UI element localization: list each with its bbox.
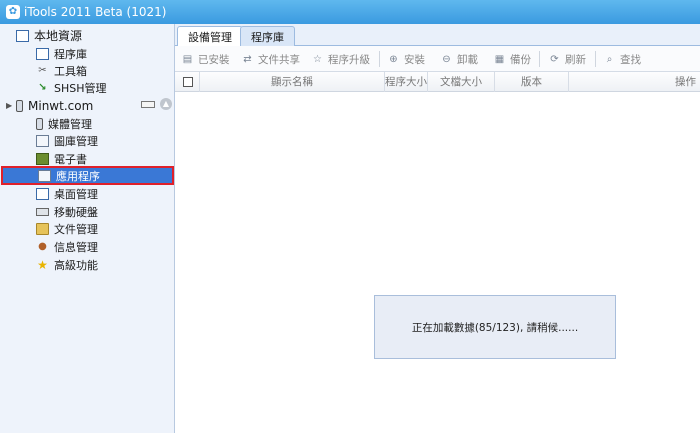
itools-logo-icon: ✿ [6,5,20,19]
tab-label: 設備管理 [188,31,232,44]
toolbar-divider [595,51,596,67]
install-button[interactable]: ⊕ 安裝 [387,46,425,72]
sidebar-item-files[interactable]: 文件管理 [36,220,98,237]
button-label: 安裝 [404,53,425,66]
uninstall-button[interactable]: ⊖ 卸載 [440,46,478,72]
star-icon: ★ [37,257,48,272]
title-bar: ✿ iTools 2011 Beta (1021) [0,0,700,24]
sidebar-item-app-library[interactable]: 程序庫 [36,45,87,62]
expand-arrow-icon[interactable]: ▶ [6,101,12,110]
app-library-icon [36,47,49,60]
sidebar-item-drive[interactable]: 移動硬盤 [36,203,98,220]
ebook-icon [36,152,49,165]
sidebar-root-label: Minwt.com [28,98,94,113]
sidebar-item-label: 應用程序 [56,169,100,183]
upgrade-icon: ☆ [313,53,322,65]
sidebar-item-label: 文件管理 [54,222,98,236]
photo-icon [36,134,49,147]
eject-icon[interactable]: ▲ [160,98,172,110]
column-doc-size[interactable]: 文檔大小 [428,72,495,92]
sidebar-root-local[interactable]: 本地資源 [16,27,82,44]
sidebar-item-shsh[interactable]: ↘ SHSH管理 [36,79,107,96]
list-icon: ▤ [182,53,193,65]
button-label: 程序升級 [328,53,370,66]
share-icon: ⇄ [243,53,252,65]
sidebar-item-label: 移動硬盤 [54,205,98,219]
sidebar-item-tools[interactable]: ✂ 工具箱 [36,62,87,79]
iphone-icon [16,99,23,112]
install-icon: ⊕ [389,53,398,65]
sidebar-item-label: 桌面管理 [54,187,98,201]
sidebar-item-applications[interactable]: 應用程序 [1,166,174,185]
upgrade-button[interactable]: ☆ 程序升級 [311,46,370,72]
app-table-header: 顯示名稱 程序大小 文檔大小 版本 操作 [175,72,700,92]
loading-dialog: 正在加載數據(85/123), 請稍候...... [374,295,616,359]
button-label: 刷新 [565,53,586,66]
toolbar: ▤ 已安裝 ⇄ 文件共享 ☆ 程序升級 ⊕ 安裝 ⊖ 卸載 ▦ 備份 ⟳ 刷新 … [175,46,700,72]
sidebar-item-label: 高級功能 [54,258,98,272]
installed-button[interactable]: ▤ 已安裝 [181,46,230,72]
sidebar-item-advanced[interactable]: ★ 高級功能 [36,256,98,273]
tab-app-library[interactable]: 程序庫 [240,26,295,47]
button-label: 查找 [620,53,641,66]
folder-icon [36,222,49,235]
loading-message: 正在加載數據(85/123), 請稍候...... [411,321,579,334]
sidebar-item-photos[interactable]: 圖庫管理 [36,132,98,149]
button-label: 文件共享 [258,53,300,66]
sidebar-item-label: 工具箱 [54,64,87,78]
window-title: iTools 2011 Beta (1021) [24,5,167,19]
refresh-icon: ⟳ [550,53,559,65]
sidebar-root-label: 本地資源 [34,29,83,43]
sidebar-item-label: SHSH管理 [54,81,107,95]
column-app-size[interactable]: 程序大小 [385,72,428,92]
button-label: 卸載 [457,53,478,66]
column-actions[interactable]: 操作 [569,72,700,92]
computer-icon [16,29,29,42]
battery-icon [141,101,155,108]
contacts-icon: ● [38,240,47,252]
media-icon [36,117,43,130]
toolbar-divider [379,51,380,67]
button-label: 備份 [510,53,531,66]
sidebar-item-label: 信息管理 [54,240,98,254]
shsh-icon: ↘ [38,81,47,93]
checkbox-column [175,72,200,92]
applications-icon [38,169,51,182]
tab-label: 程序庫 [251,31,284,44]
toolbar-divider [539,51,540,67]
sidebar-item-label: 電子書 [54,152,87,166]
sidebar-item-desktop[interactable]: 桌面管理 [36,185,98,202]
sidebar-item-label: 程序庫 [54,47,87,61]
backup-button[interactable]: ▦ 備份 [493,46,531,72]
tab-device-management[interactable]: 設備管理 [177,26,243,47]
sidebar-item-label: 媒體管理 [48,117,92,131]
tab-bar: 設備管理 程序庫 [175,24,700,47]
drive-icon [36,207,49,216]
uninstall-icon: ⊖ [442,53,451,65]
search-icon: ⌕ [606,53,613,65]
backup-icon: ▦ [494,53,505,65]
tools-icon: ✂ [38,64,47,76]
desktop-icon [36,187,49,200]
sidebar-root-device[interactable]: Minwt.com [16,97,93,114]
file-share-button[interactable]: ⇄ 文件共享 [241,46,300,72]
sidebar-item-media[interactable]: 媒體管理 [36,115,92,132]
sidebar-item-contacts[interactable]: ● 信息管理 [36,238,98,255]
search-button[interactable]: ⌕ 查找 [603,46,641,72]
sidebar-item-label: 圖庫管理 [54,134,98,148]
column-version[interactable]: 版本 [495,72,569,92]
button-label: 已安裝 [198,53,230,66]
column-name[interactable]: 顯示名稱 [200,72,385,92]
refresh-button[interactable]: ⟳ 刷新 [548,46,586,72]
sidebar-item-ebook[interactable]: 電子書 [36,150,87,167]
sidebar: 本地資源 程序庫 ✂ 工具箱 ↘ SHSH管理 ▶ Minwt.com ▲ 媒體… [0,24,175,433]
